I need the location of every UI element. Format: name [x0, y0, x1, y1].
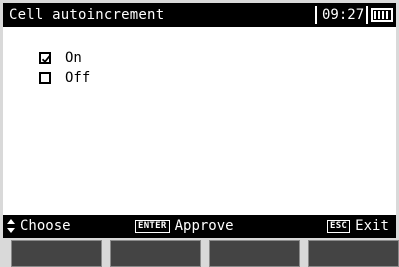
bottom-hint-bar: Choose ENTER Approve ESC Exit [3, 215, 396, 238]
hint-choose-label: Choose [20, 218, 71, 234]
battery-icon [371, 8, 393, 22]
option-label: Off [65, 70, 91, 86]
title-divider [366, 6, 368, 24]
esc-key-badge: ESC [327, 219, 351, 233]
option-on[interactable]: On [39, 49, 82, 67]
softkey-row [0, 238, 399, 267]
battery-level [374, 11, 389, 19]
softkey-4[interactable] [308, 240, 399, 267]
up-down-arrows-icon [7, 219, 15, 233]
hint-approve-label: Approve [174, 218, 234, 234]
softkey-2[interactable] [110, 240, 201, 267]
hint-approve: ENTER Approve [135, 217, 234, 235]
softkey-1[interactable] [11, 240, 102, 267]
softkey-3[interactable] [209, 240, 300, 267]
option-off[interactable]: Off [39, 69, 90, 87]
device-screen: Cell autoincrement 09:27 On Off Choose E… [3, 3, 396, 238]
hint-exit: ESC Exit [327, 217, 389, 235]
checked-box-icon[interactable] [39, 52, 51, 64]
hint-choose: Choose [7, 217, 71, 235]
page-title: Cell autoincrement [9, 7, 165, 23]
title-bar: Cell autoincrement 09:27 [3, 3, 396, 27]
empty-box-icon[interactable] [39, 72, 51, 84]
option-label: On [65, 50, 82, 66]
hint-exit-label: Exit [355, 218, 389, 234]
enter-key-badge: ENTER [135, 219, 170, 233]
title-divider [315, 6, 317, 24]
clock: 09:27 [322, 7, 365, 23]
